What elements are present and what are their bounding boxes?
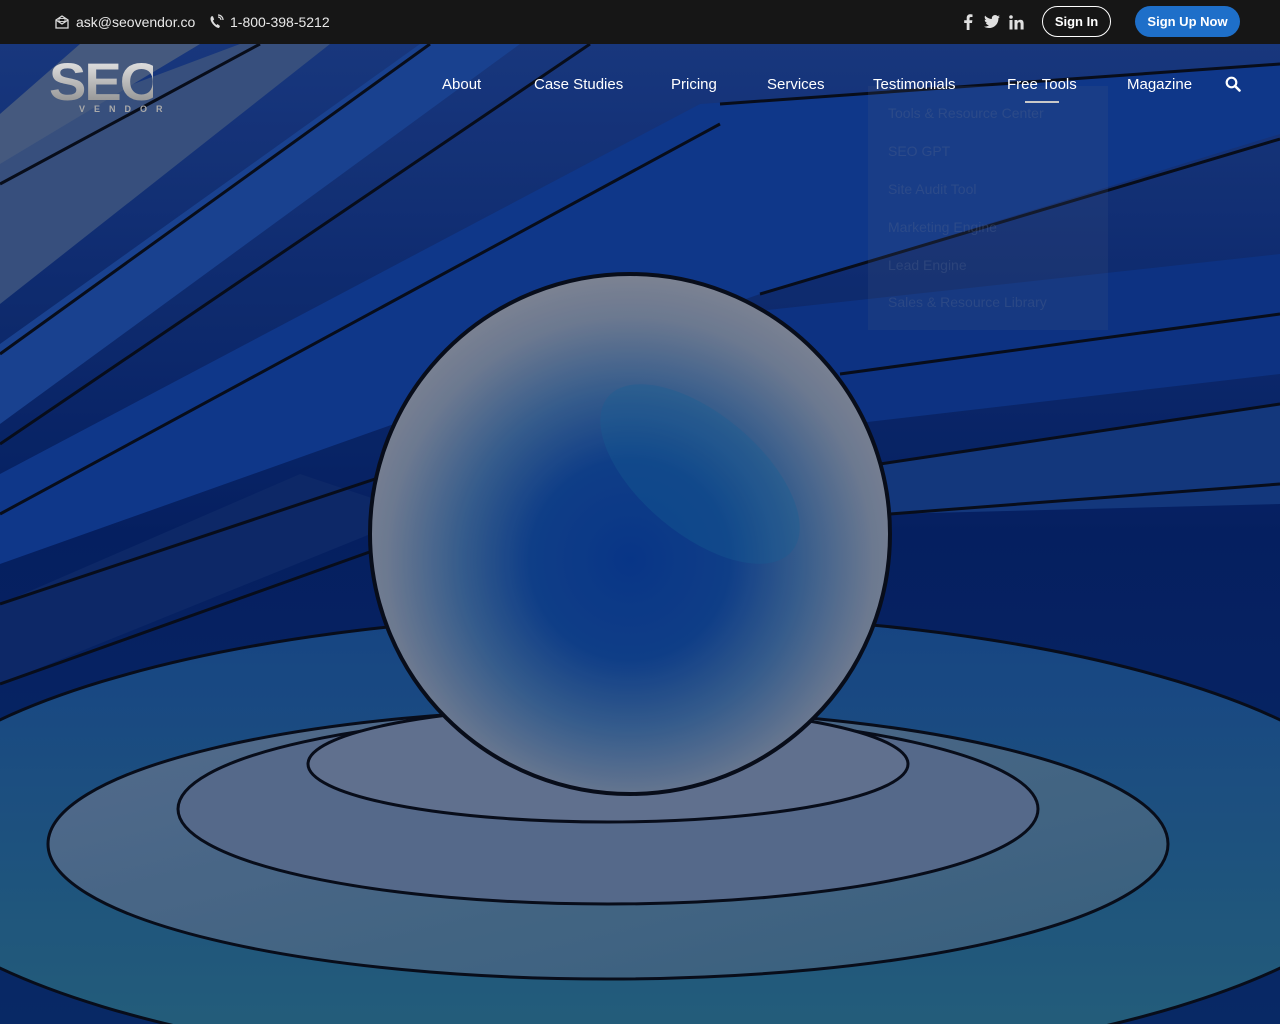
phone-text: 1-800-398-5212 bbox=[230, 14, 330, 30]
envelope-icon bbox=[54, 14, 70, 30]
email-text: ask@seovendor.co bbox=[76, 14, 196, 30]
nav-item-magazine[interactable]: Magazine bbox=[1127, 74, 1192, 96]
dropdown-item-sales-resource-library[interactable]: Sales & Resource Library bbox=[888, 294, 1047, 310]
linkedin-icon[interactable] bbox=[1008, 14, 1024, 30]
nav-item-testimonials[interactable]: Testimonials bbox=[873, 74, 956, 96]
dropdown-item-tools-resource-center[interactable]: Tools & Resource Center bbox=[888, 105, 1044, 121]
social-links bbox=[960, 0, 1024, 44]
facebook-icon[interactable] bbox=[960, 14, 976, 30]
dropdown-item-site-audit-tool[interactable]: Site Audit Tool bbox=[888, 181, 976, 197]
logo-subtext: VENDOR bbox=[79, 104, 172, 114]
nav-item-pricing[interactable]: Pricing bbox=[671, 74, 717, 96]
dropdown-item-marketing-engine[interactable]: Marketing Engine bbox=[888, 219, 997, 235]
top-utility-bar: ask@seovendor.co 1-800-398-5212 Sign In … bbox=[0, 0, 1280, 44]
search-icon[interactable] bbox=[1225, 76, 1241, 92]
sign-in-button[interactable]: Sign In bbox=[1042, 6, 1111, 37]
nav-item-case-studies[interactable]: Case Studies bbox=[534, 74, 623, 96]
phone-icon bbox=[208, 14, 224, 30]
sign-up-button[interactable]: Sign Up Now bbox=[1135, 6, 1240, 37]
dropdown-item-lead-engine[interactable]: Lead Engine bbox=[888, 257, 967, 273]
active-nav-indicator bbox=[1025, 101, 1059, 103]
logo-wordmark: SEO bbox=[49, 51, 163, 112]
dropdown-item-seo-gpt[interactable]: SEO GPT bbox=[888, 143, 950, 159]
phone-contact[interactable]: 1-800-398-5212 bbox=[208, 0, 330, 44]
email-contact[interactable]: ask@seovendor.co bbox=[54, 0, 195, 44]
free-tools-dropdown: Tools & Resource Center SEO GPT Site Aud… bbox=[868, 86, 1108, 330]
seo-vendor-logo[interactable]: SEO VENDOR bbox=[49, 51, 163, 115]
nav-item-about[interactable]: About bbox=[442, 74, 481, 96]
nav-item-services[interactable]: Services bbox=[767, 74, 825, 96]
nav-item-free-tools[interactable]: Free Tools bbox=[1007, 74, 1077, 96]
twitter-icon[interactable] bbox=[984, 14, 1000, 30]
